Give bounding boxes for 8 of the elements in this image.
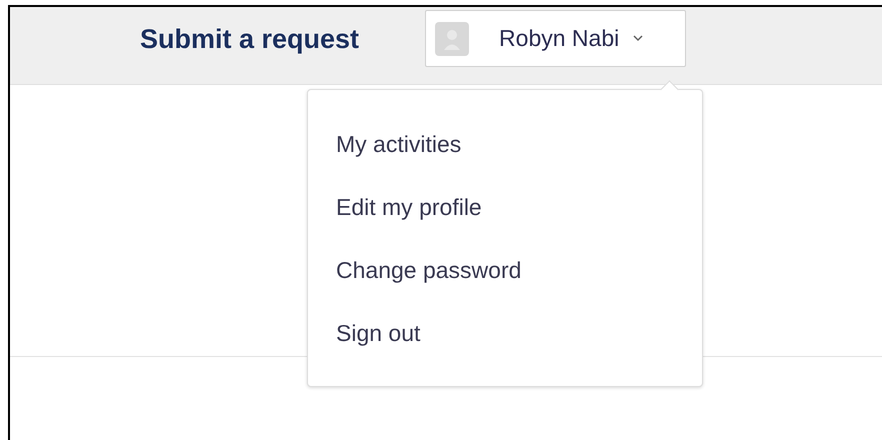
menu-item[interactable]: Edit my profile (336, 193, 482, 221)
chevron-down-icon (633, 35, 644, 42)
avatar-icon (435, 22, 470, 56)
menu-item[interactable]: Sign out (336, 319, 420, 347)
menu-item[interactable]: Change password (336, 256, 522, 284)
menu-item[interactable]: My activities (336, 130, 462, 158)
user-menu-button[interactable]: Robyn Nabi (425, 10, 686, 67)
page-title[interactable]: Submit a request (140, 24, 360, 55)
